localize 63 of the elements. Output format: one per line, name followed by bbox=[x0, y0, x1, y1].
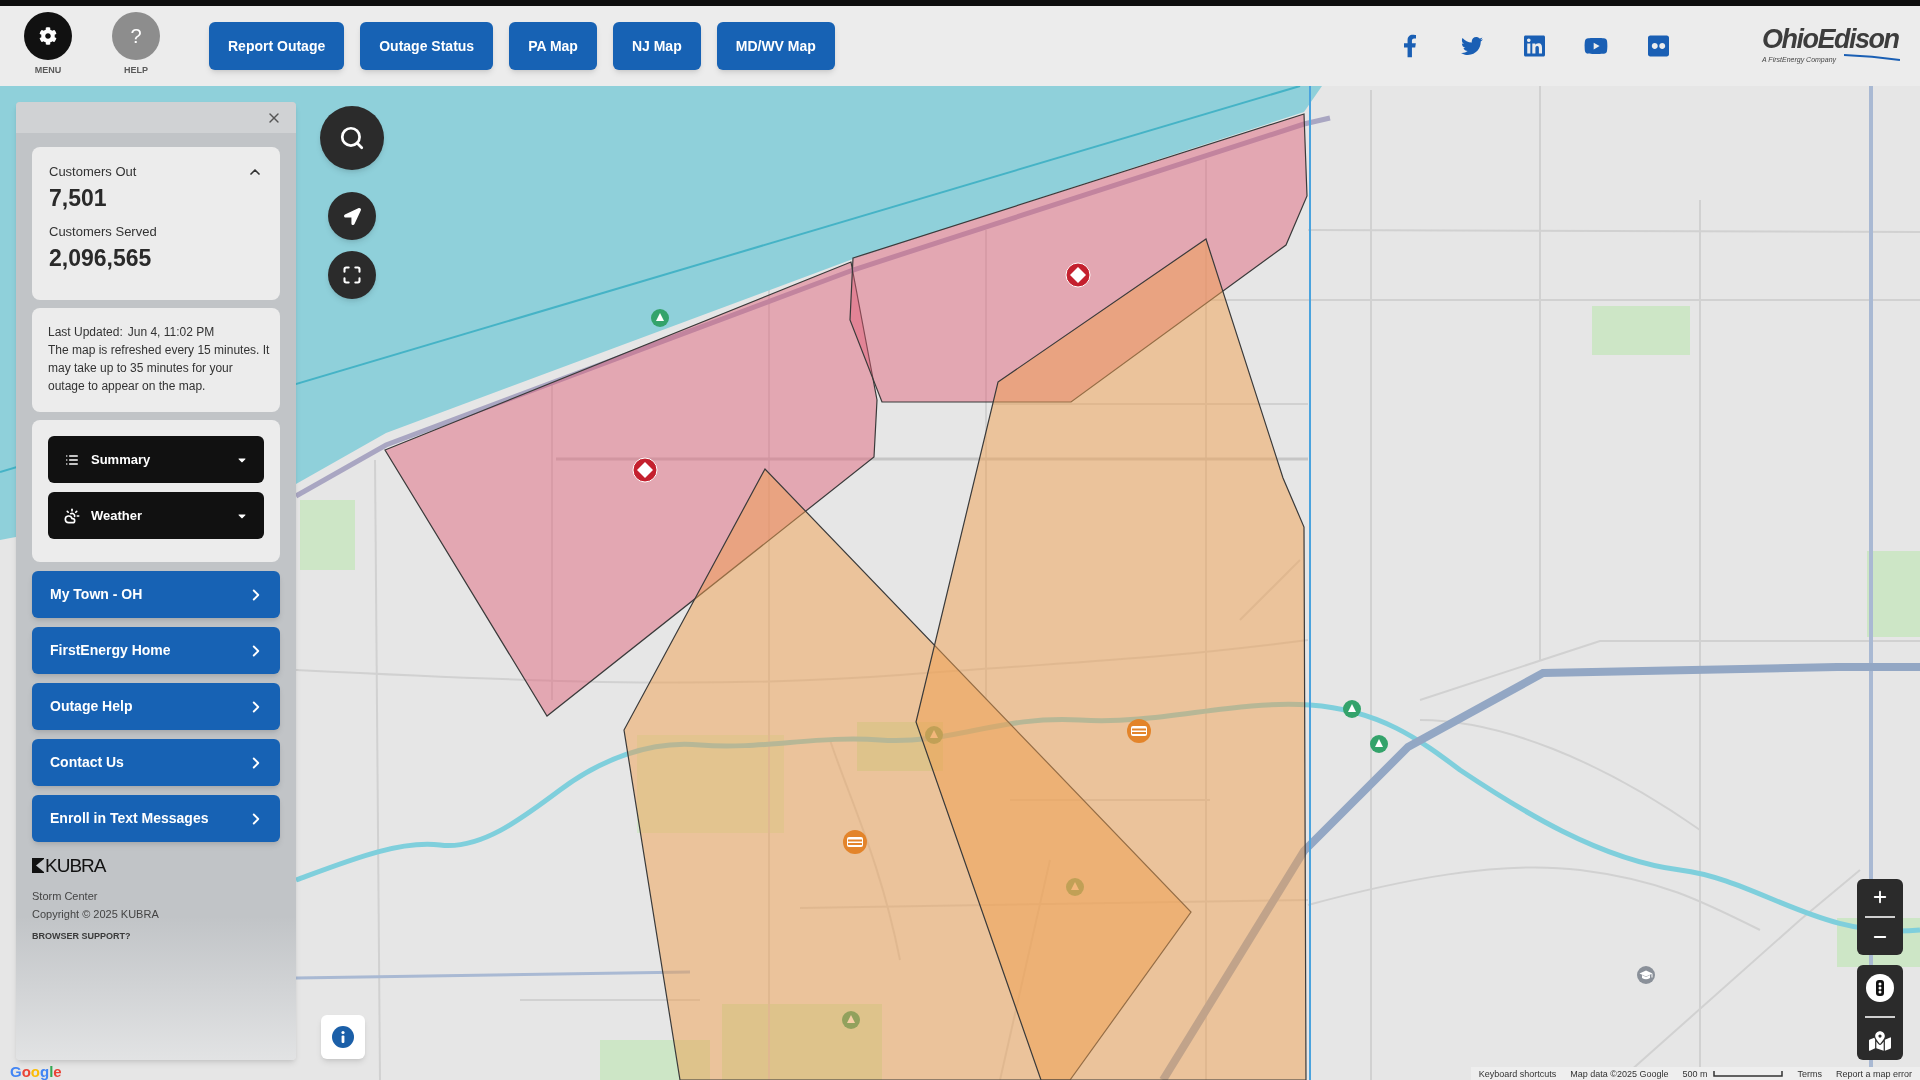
copyright-text: Copyright © 2025 KUBRA bbox=[32, 907, 159, 922]
tree-marker-icon bbox=[1343, 700, 1361, 718]
tree-marker-icon bbox=[1370, 735, 1388, 753]
flickr-icon[interactable] bbox=[1647, 34, 1669, 58]
nav-link-button[interactable]: FirstEnergy Home bbox=[32, 627, 280, 674]
menu-button[interactable] bbox=[24, 12, 72, 60]
scale-text: 500 m bbox=[1682, 1067, 1708, 1080]
logo-mark-icon bbox=[32, 858, 44, 873]
help-label: HELP bbox=[124, 65, 148, 75]
dropdown-button[interactable]: Summary bbox=[48, 436, 264, 483]
tree-marker-icon bbox=[1066, 878, 1084, 896]
map-link[interactable]: Terms bbox=[1797, 1067, 1822, 1080]
stat-label: Customers Out bbox=[49, 164, 137, 180]
tree-marker-icon bbox=[842, 1011, 860, 1029]
stat-label: Customers Served bbox=[49, 224, 157, 240]
youtube-icon[interactable] bbox=[1584, 35, 1608, 57]
twitter-icon[interactable] bbox=[1460, 35, 1484, 57]
kubra-logo-text: KUBRA bbox=[45, 857, 106, 874]
tree-marker-icon bbox=[925, 726, 943, 744]
diamond-marker-icon[interactable] bbox=[1065, 262, 1091, 288]
linkedin-icon[interactable] bbox=[1523, 34, 1545, 58]
stat-value: 2,096,565 bbox=[49, 244, 152, 272]
cloud-sun-icon bbox=[64, 507, 80, 524]
graduation-cap-marker-icon bbox=[1637, 966, 1655, 984]
nav-link-button[interactable]: Enroll in Text Messages bbox=[32, 795, 280, 842]
fullscreen-icon bbox=[342, 265, 362, 285]
info-icon bbox=[332, 1026, 354, 1048]
list-icon bbox=[65, 452, 79, 467]
diamond-marker-icon[interactable] bbox=[632, 457, 658, 483]
nav-link-button[interactable]: My Town - OH bbox=[32, 571, 280, 618]
swoosh-icon bbox=[1844, 54, 1900, 61]
navigation-arrow-icon bbox=[343, 207, 361, 225]
help-button[interactable]: ? bbox=[112, 12, 160, 60]
map-link[interactable]: Report a map error bbox=[1835, 1067, 1912, 1080]
refresh-note: The map is refreshed every 15 minutes. It may take up to 35 minutes for your outage to appear on the map. bbox=[48, 342, 271, 395]
dropdown-button[interactable]: Weather bbox=[48, 492, 264, 539]
map-data-text: Map data ©2025 Google bbox=[1570, 1067, 1669, 1080]
nav-button[interactable]: Report Outage bbox=[209, 22, 345, 70]
nav-button[interactable]: NJ Map bbox=[612, 22, 701, 70]
scale-bar-icon bbox=[1713, 1070, 1784, 1077]
search-icon bbox=[339, 125, 365, 151]
tree-marker-icon bbox=[651, 309, 669, 327]
browser-support-link[interactable]: BROWSER SUPPORT? bbox=[32, 930, 131, 942]
striped-marker-icon[interactable] bbox=[1126, 718, 1152, 744]
striped-marker-icon[interactable] bbox=[842, 829, 868, 855]
nav-button[interactable]: MD/WV Map bbox=[716, 22, 835, 70]
menu-label: MENU bbox=[34, 65, 62, 75]
traffic-light-icon[interactable] bbox=[1866, 974, 1894, 1002]
nav-link-button[interactable]: Outage Help bbox=[32, 683, 280, 730]
google-logo: Google bbox=[10, 1064, 62, 1080]
nav-link-button[interactable]: Contact Us bbox=[32, 739, 280, 786]
map-icon[interactable] bbox=[1869, 1031, 1891, 1051]
nav-button[interactable]: PA Map bbox=[509, 22, 597, 70]
gear-icon bbox=[39, 27, 57, 45]
logo-wordmark: OhioEdison bbox=[1762, 24, 1899, 54]
storm-center-text: Storm Center bbox=[32, 889, 98, 904]
map-link[interactable]: Keyboard shortcuts bbox=[1478, 1067, 1557, 1080]
last-updated-text: Last Updated: Jun 4, 11:02 PM bbox=[48, 324, 215, 341]
stat-value: 7,501 bbox=[49, 184, 107, 212]
info-button[interactable] bbox=[321, 1015, 365, 1059]
facebook-icon[interactable] bbox=[1403, 34, 1417, 58]
nav-button[interactable]: Outage Status bbox=[360, 22, 494, 70]
plus-icon[interactable] bbox=[1871, 888, 1889, 906]
